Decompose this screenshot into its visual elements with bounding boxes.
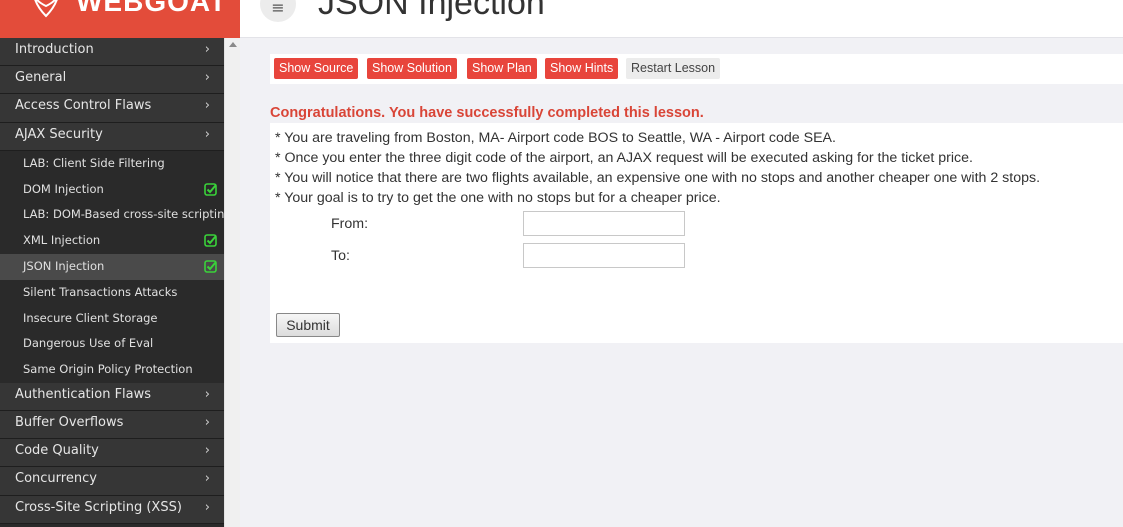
category-label: AJAX Security (15, 126, 103, 142)
sidebar-category-general[interactable]: General › (0, 66, 224, 95)
chevron-right-icon: › (204, 386, 210, 402)
category-label: Buffer Overflows (15, 415, 124, 431)
category-label: Access Control Flaws (15, 98, 152, 114)
chevron-right-icon: › (204, 499, 210, 515)
lesson-label: Silent Transactions Attacks (23, 284, 178, 299)
to-label: To: (331, 248, 350, 264)
chevron-right-icon: › (204, 443, 210, 459)
sidebar-scrollbar[interactable] (224, 38, 240, 527)
sidebar: Introduction › General › Access Control … (0, 0, 224, 527)
submit-button[interactable]: Submit (276, 313, 340, 337)
sidebar-category-xss[interactable]: Cross-Site Scripting (XSS) › (0, 495, 224, 524)
completed-check-icon (204, 182, 217, 196)
completed-check-icon (204, 234, 217, 247)
sidebar-category-ajax-security[interactable]: AJAX Security › (0, 122, 224, 151)
from-airport-input[interactable] (523, 211, 685, 236)
lesson-label: XML Injection (23, 233, 101, 248)
lesson-label: Same Origin Policy Protection (23, 362, 193, 377)
sidebar-category-concurrency[interactable]: Concurrency › (0, 467, 224, 496)
category-label: Concurrency (15, 471, 97, 487)
sidebar-lesson-json-injection[interactable]: JSON Injection (0, 253, 224, 280)
goat-logo-icon (34, 0, 58, 18)
instruction-line: * You will notice that there are two fli… (275, 170, 1041, 186)
sidebar-category-code-quality[interactable]: Code Quality › (0, 439, 224, 468)
show-hints-button[interactable]: Show Hints (545, 58, 619, 79)
sidebar-nav: Introduction › General › Access Control … (0, 38, 224, 524)
show-source-button[interactable]: Show Source (274, 58, 359, 79)
sidebar-category-introduction[interactable]: Introduction › (0, 38, 224, 67)
sidebar-lesson-insecure-client-storage[interactable]: Insecure Client Storage (0, 305, 224, 332)
chevron-right-icon: › (204, 42, 210, 57)
brand-name: WEBGOAT (76, 0, 228, 17)
sidebar-category-buffer-overflows[interactable]: Buffer Overflows › (0, 411, 224, 440)
category-label: Code Quality (15, 443, 99, 459)
chevron-right-icon: › (204, 70, 210, 86)
lesson-label: JSON Injection (23, 258, 105, 273)
lesson-label: Insecure Client Storage (23, 310, 158, 325)
menu-toggle-button[interactable]: ≡ (260, 0, 296, 22)
instruction-line: * Your goal is to try to get the one wit… (275, 190, 721, 206)
completed-check-icon (204, 260, 217, 273)
show-solution-button[interactable]: Show Solution (367, 58, 457, 79)
category-label: Introduction (15, 42, 94, 57)
instruction-line: * Once you enter the three digit code of… (275, 150, 973, 166)
completion-message: Congratulations. You have successfully c… (270, 105, 704, 121)
brand-header[interactable]: WEBGOAT (0, 0, 240, 38)
sidebar-lesson-xml-injection[interactable]: XML Injection (0, 228, 224, 254)
lesson-label: LAB: DOM-Based cross-site scripting (23, 207, 224, 222)
sidebar-lesson-same-origin-policy-protection[interactable]: Same Origin Policy Protection (0, 357, 224, 383)
from-label: From: (331, 216, 369, 232)
chevron-right-icon: › (204, 471, 210, 487)
category-label: Authentication Flaws (15, 386, 152, 402)
show-plan-button[interactable]: Show Plan (467, 58, 537, 79)
scroll-up-arrow-icon[interactable] (229, 42, 237, 47)
top-header: ≡ JSON Injection (240, 0, 1123, 38)
sidebar-lesson-lab-dom-based-xss[interactable]: LAB: DOM-Based cross-site scripting (0, 202, 224, 229)
instruction-line: * You are traveling from Boston, MA- Air… (275, 130, 836, 146)
category-label: Cross-Site Scripting (XSS) (15, 499, 182, 515)
category-label: General (15, 70, 67, 86)
sidebar-lesson-silent-transactions-attacks[interactable]: Silent Transactions Attacks (0, 279, 224, 306)
chevron-right-icon: › (204, 98, 210, 114)
restart-lesson-button[interactable]: Restart Lesson (626, 58, 721, 79)
page-title: JSON Injection (318, 0, 545, 22)
lesson-toolbar: Show Source Show Solution Show Plan Show… (270, 54, 1123, 84)
lesson-label: DOM Injection (23, 181, 104, 196)
chevron-right-icon: › (204, 126, 210, 142)
to-airport-input[interactable] (523, 243, 685, 268)
sidebar-lesson-dom-injection[interactable]: DOM Injection (0, 176, 224, 203)
lesson-label: Dangerous Use of Eval (23, 336, 154, 351)
sidebar-lesson-dangerous-use-of-eval[interactable]: Dangerous Use of Eval (0, 331, 224, 358)
sidebar-category-authentication-flaws[interactable]: Authentication Flaws › (0, 382, 224, 412)
lesson-label: LAB: Client Side Filtering (23, 155, 165, 170)
sidebar-lesson-lab-client-side-filtering[interactable]: LAB: Client Side Filtering (0, 150, 224, 177)
sidebar-category-access-control-flaws[interactable]: Access Control Flaws › (0, 94, 224, 123)
lesson-content: * You are traveling from Boston, MA- Air… (270, 123, 1123, 343)
chevron-right-icon: › (204, 415, 210, 431)
